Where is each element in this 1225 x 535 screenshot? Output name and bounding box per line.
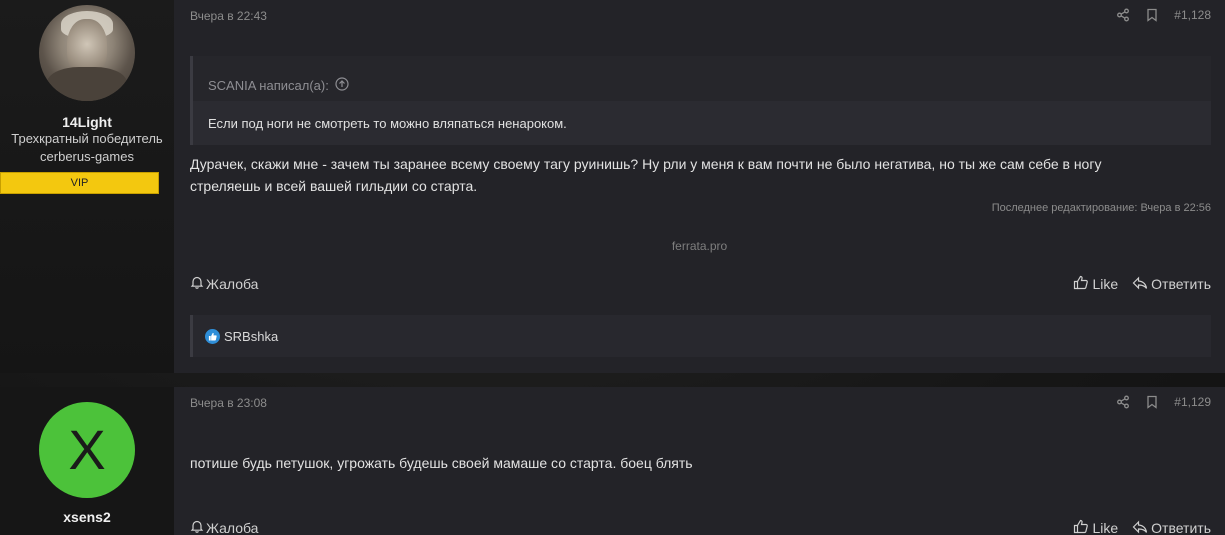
post-date[interactable]: Вчера в 22:43	[190, 9, 267, 23]
post-header: Вчера в 22:43 #1,128	[190, 8, 1211, 26]
share-icon[interactable]	[1116, 8, 1130, 22]
like-button[interactable]: Like	[1073, 275, 1118, 293]
like-label: Like	[1092, 520, 1119, 535]
thumbs-up-icon	[1073, 275, 1089, 293]
share-icon[interactable]	[1116, 395, 1130, 409]
report-label: Жалоба	[206, 519, 259, 535]
report-button[interactable]: Жалоба	[190, 519, 258, 535]
reply-label: Ответить	[1151, 276, 1211, 292]
author-title-line: Трехкратный победитель	[11, 131, 163, 146]
report-label: Жалоба	[206, 275, 259, 292]
avatar[interactable]	[39, 5, 135, 101]
author-title-line: cerberus-games	[40, 149, 134, 164]
quote-block: SCANIA написал(а): Если под ноги не смот…	[190, 56, 1211, 145]
last-edited: Последнее редактирование: Вчера в 22:56	[991, 202, 1211, 214]
bell-icon	[190, 275, 204, 292]
reply-arrow-icon	[1132, 520, 1148, 535]
post-content: потише будь петушок, угрожать будешь сво…	[190, 452, 1211, 474]
reactions-bar[interactable]: SRBshka	[190, 315, 1211, 357]
post-body: Вчера в 22:43 #1,128 SCANIA написал(а): …	[174, 0, 1225, 373]
post-footer-actions: Like Ответить	[1073, 519, 1211, 535]
quote-author: SCANIA написал(а):	[208, 78, 329, 93]
post-author-panel: X xsens2	[0, 387, 174, 535]
author-name[interactable]: 14Light	[0, 114, 174, 130]
bookmark-icon[interactable]	[1146, 395, 1158, 409]
post-footer-actions: Like Ответить	[1073, 275, 1211, 293]
author-name[interactable]: xsens2	[0, 509, 174, 525]
post-text-line: потише будь петушок, угрожать будешь сво…	[190, 455, 693, 471]
post-header: Вчера в 23:08 #1,129	[190, 395, 1211, 413]
bookmark-icon[interactable]	[1146, 8, 1158, 22]
reply-button[interactable]: Ответить	[1132, 520, 1211, 535]
post-content: Дурачек, скажи мне - зачем ты заранее вс…	[190, 153, 1211, 197]
like-button[interactable]: Like	[1073, 519, 1118, 535]
post-number[interactable]: #1,128	[1174, 8, 1211, 22]
post-text-line: Дурачек, скажи мне - зачем ты заранее вс…	[190, 156, 1102, 172]
reply-arrow-icon	[1132, 276, 1148, 293]
post-author-panel: 14Light Трехкратный победитель cerberus-…	[0, 0, 174, 373]
post-body: Вчера в 23:08 #1,129 потише будь петушок…	[174, 387, 1225, 535]
thumbs-up-icon	[1073, 519, 1089, 535]
reply-label: Ответить	[1151, 520, 1211, 535]
reaction-users[interactable]: SRBshka	[224, 329, 278, 344]
post-text-line: стреляешь и всей вашей гильдии со старта…	[190, 178, 478, 194]
avatar[interactable]: X	[39, 402, 135, 498]
vip-badge: VIP	[0, 172, 159, 194]
arrow-up-circle-icon[interactable]	[335, 77, 349, 94]
forum-thread: 14Light Трехкратный победитель cerberus-…	[0, 0, 1225, 535]
like-reaction-icon	[205, 328, 220, 344]
reply-button[interactable]: Ответить	[1132, 276, 1211, 293]
bell-icon	[190, 519, 204, 535]
quote-text: Если под ноги не смотреть то можно вляпа…	[193, 101, 1211, 145]
post-header-actions: #1,128	[1116, 8, 1211, 22]
signature: ferrata.pro	[671, 239, 728, 253]
report-button[interactable]: Жалоба	[190, 275, 258, 292]
quote-header[interactable]: SCANIA написал(а):	[193, 56, 1211, 101]
post-date[interactable]: Вчера в 23:08	[190, 396, 267, 410]
like-label: Like	[1092, 276, 1119, 292]
post-header-actions: #1,129	[1116, 395, 1211, 409]
post-number[interactable]: #1,129	[1174, 395, 1211, 409]
